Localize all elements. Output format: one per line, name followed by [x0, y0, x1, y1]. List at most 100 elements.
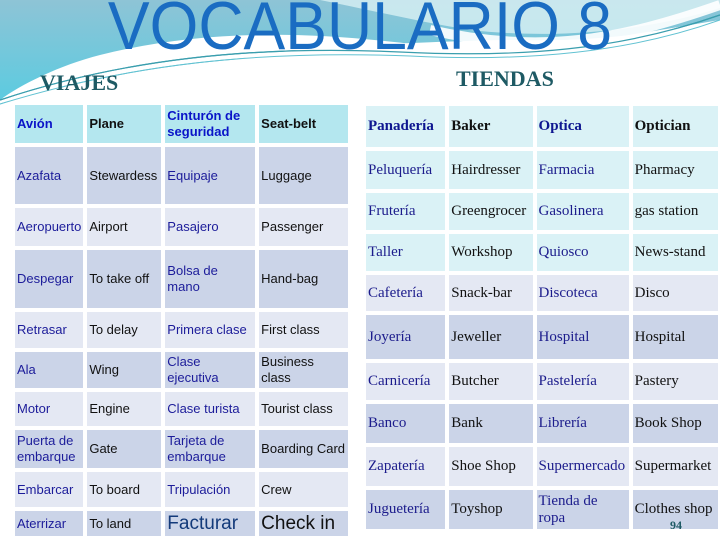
viajes-vocab-table: Avión Plane Cinturón de seguridad Seat-b… [11, 101, 352, 540]
spanish-word: Tarjeta de embarque [165, 430, 256, 468]
spanish-word: Carnicería [366, 363, 446, 400]
english-word: Airport [87, 208, 162, 246]
spanish-word: Supermercado [536, 447, 629, 486]
table-row: Panadería Baker Optica Optician [366, 106, 718, 147]
table-row: Despegar To take off Bolsa de mano Hand-… [15, 250, 348, 308]
english-word: Hospital [632, 315, 718, 359]
page-title: VOCABULARIO 8 [107, 0, 613, 64]
spanish-word: Bolsa de mano [165, 250, 256, 308]
spanish-word: Cinturón de seguridad [165, 105, 256, 143]
spanish-word: Quiosco [536, 234, 629, 271]
table-row: Peluquería Hairdresser Farmacia Pharmacy [366, 151, 718, 189]
spanish-word: Clase turista [165, 392, 256, 426]
english-word: Passenger [259, 208, 348, 246]
spanish-word: Aeropuerto [15, 208, 84, 246]
english-word: To land [87, 511, 162, 536]
spanish-word: Farmacia [536, 151, 629, 189]
table-row: Retrasar To delay Primera clase First cl… [15, 312, 348, 348]
english-word: Luggage [259, 147, 348, 204]
table-row: Banco Bank Librería Book Shop [366, 404, 718, 443]
english-word: Book Shop [632, 404, 718, 443]
english-word: Pharmacy [632, 151, 718, 189]
english-word: Business class [259, 352, 348, 388]
english-word: Workshop [449, 234, 533, 271]
table-row: Aeropuerto Airport Pasajero Passenger [15, 208, 348, 246]
table-row: Zapatería Shoe Shop Supermercado Superma… [366, 447, 718, 486]
spanish-word: Azafata [15, 147, 84, 204]
spanish-word: Gasolinera [536, 193, 629, 230]
english-word: To board [87, 472, 162, 507]
spanish-word: Motor [15, 392, 84, 426]
table-row: Avión Plane Cinturón de seguridad Seat-b… [15, 105, 348, 143]
english-word: To take off [87, 250, 162, 308]
table-row: Puerta de embarque Gate Tarjeta de embar… [15, 430, 348, 468]
english-word: Disco [632, 275, 718, 311]
spanish-word: Librería [536, 404, 629, 443]
english-word: Optician [632, 106, 718, 147]
spanish-word: Optica [536, 106, 629, 147]
english-word: Hairdresser [449, 151, 533, 189]
english-word: Crew [259, 472, 348, 507]
english-word: Seat-belt [259, 105, 348, 143]
english-word: Butcher [449, 363, 533, 400]
spanish-word: Avión [15, 105, 84, 143]
spanish-word: Joyería [366, 315, 446, 359]
english-word: Boarding Card [259, 430, 348, 468]
english-word: Supermarket [632, 447, 718, 486]
section-title-viajes: VIAJES [40, 70, 119, 95]
spanish-word: Panadería [366, 106, 446, 147]
spanish-word: Discoteca [536, 275, 629, 311]
table-row: Juguetería Toyshop Tienda de ropa Clothe… [366, 490, 718, 529]
section-title-tiendas: TIENDAS [456, 66, 554, 91]
table-row: Motor Engine Clase turista Tourist class [15, 392, 348, 426]
spanish-word: Equipaje [165, 147, 256, 204]
spanish-word: Tripulación [165, 472, 256, 507]
english-word: Gate [87, 430, 162, 468]
tiendas-vocab-table: Panadería Baker Optica Optician Peluquer… [362, 102, 720, 533]
table-row: Taller Workshop Quiosco News-stand [366, 234, 718, 271]
english-word: Wing [87, 352, 162, 388]
table-row: Azafata Stewardess Equipaje Luggage [15, 147, 348, 204]
spanish-word: Zapatería [366, 447, 446, 486]
spanish-word: Embarcar [15, 472, 84, 507]
english-word: Toyshop [449, 490, 533, 529]
spanish-word: Puerta de embarque [15, 430, 84, 468]
spanish-word: Pasajero [165, 208, 256, 246]
table-row: Cafetería Snack-bar Discoteca Disco [366, 275, 718, 311]
spanish-word: Taller [366, 234, 446, 271]
english-word: Engine [87, 392, 162, 426]
spanish-word: Clase ejecutiva [165, 352, 256, 388]
english-word: Pastery [632, 363, 718, 400]
spanish-word: Banco [366, 404, 446, 443]
table-row: Aterrizar To land Facturar Check in [15, 511, 348, 536]
english-word: News-stand [632, 234, 718, 271]
english-word: gas station [632, 193, 718, 230]
spanish-word: Aterrizar [15, 511, 84, 536]
spanish-word: Tienda de ropa [536, 490, 629, 529]
table-row: Ala Wing Clase ejecutiva Business class [15, 352, 348, 388]
english-word: Stewardess [87, 147, 162, 204]
english-word: Greengrocer [449, 193, 533, 230]
spanish-word: Retrasar [15, 312, 84, 348]
spanish-word: Peluquería [366, 151, 446, 189]
spanish-word: Ala [15, 352, 84, 388]
table-row: Embarcar To board Tripulación Crew [15, 472, 348, 507]
english-word: Jeweller [449, 315, 533, 359]
english-word: To delay [87, 312, 162, 348]
spanish-word: Frutería [366, 193, 446, 230]
table-row: Carnicería Butcher Pastelería Pastery [366, 363, 718, 400]
spanish-word: Despegar [15, 250, 84, 308]
english-word: Baker [449, 106, 533, 147]
english-word: First class [259, 312, 348, 348]
english-word: Bank [449, 404, 533, 443]
english-word: Shoe Shop [449, 447, 533, 486]
english-word: Plane [87, 105, 162, 143]
spanish-word: Facturar [165, 511, 256, 536]
english-word: Hand-bag [259, 250, 348, 308]
page-number: 94 [670, 518, 682, 532]
spanish-word: Pastelería [536, 363, 629, 400]
table-row: Frutería Greengrocer Gasolinera gas stat… [366, 193, 718, 230]
spanish-word: Juguetería [366, 490, 446, 529]
spanish-word: Hospital [536, 315, 629, 359]
english-word: Snack-bar [449, 275, 533, 311]
